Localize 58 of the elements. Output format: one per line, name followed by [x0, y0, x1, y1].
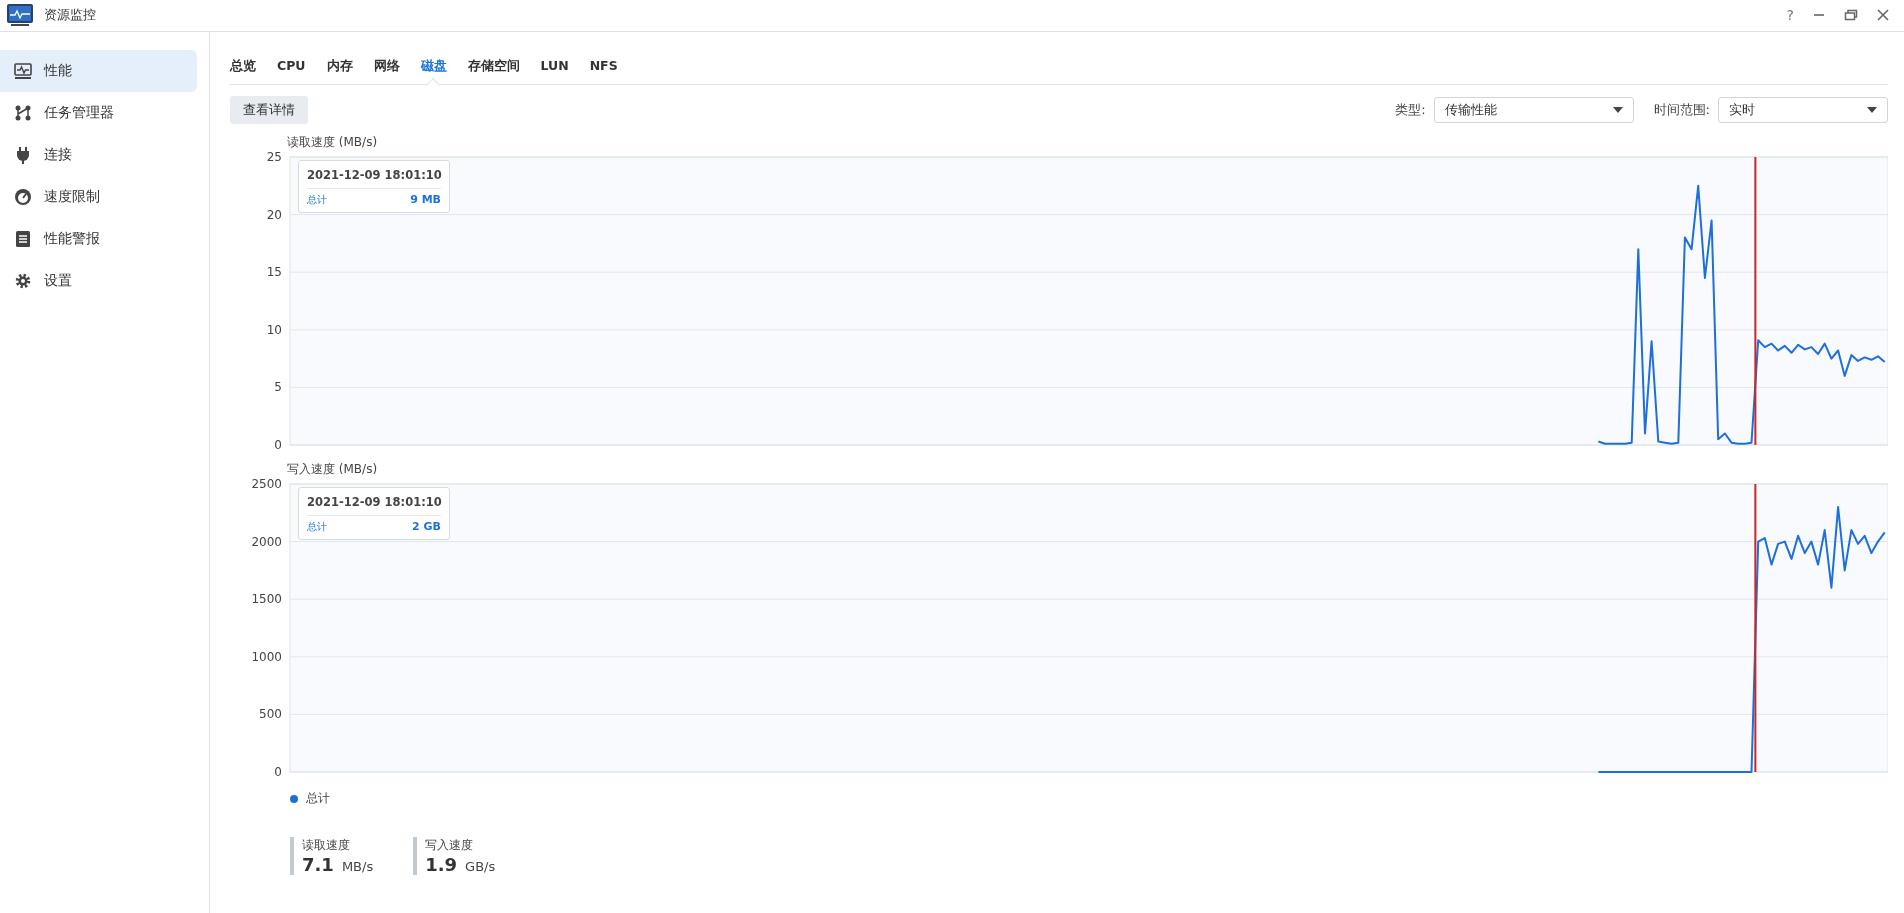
gauge-icon	[14, 188, 32, 206]
tooltip-label: 总计	[307, 520, 327, 534]
y-tick-label: 0	[274, 765, 282, 776]
restore-icon[interactable]	[1844, 7, 1858, 22]
sidebar-item[interactable]: 设置	[0, 260, 197, 302]
y-tick-label: 25	[266, 151, 282, 164]
legend-label: 总计	[306, 790, 330, 807]
settings-icon	[14, 272, 32, 290]
plug-icon	[14, 146, 32, 164]
tab[interactable]: 内存	[315, 50, 363, 84]
tab[interactable]: CPU	[266, 50, 316, 84]
caret-icon	[1867, 107, 1877, 113]
filter-label: 类型:	[1395, 101, 1426, 119]
y-tick-label: 5	[274, 380, 282, 395]
tab[interactable]: NFS	[578, 50, 628, 84]
tooltip-value: 9 MB	[410, 193, 441, 207]
tooltip-time: 2021-12-09 18:01:10	[307, 168, 441, 189]
y-tick-label: 500	[259, 707, 282, 722]
stat-value: 7.1	[302, 854, 334, 875]
sidebar-item[interactable]: 任务管理器	[0, 92, 197, 134]
y-tick-label: 15	[266, 265, 282, 280]
tab[interactable]: 网络	[362, 50, 410, 84]
stat-label: 写入速度	[425, 837, 475, 854]
chart-title: 写入速度 (MB/s)	[287, 461, 379, 478]
stat-value: 1.9	[425, 854, 458, 875]
caret-icon	[1612, 107, 1623, 113]
details-button[interactable]: 查看详情	[230, 96, 308, 124]
help-button[interactable]: ?	[1786, 6, 1794, 23]
y-tick-label: 1500	[251, 592, 282, 607]
y-tick-label: 10	[266, 322, 282, 337]
sidebar-item[interactable]: 连接	[0, 134, 197, 176]
tab[interactable]: LUN	[529, 50, 579, 84]
close-icon[interactable]	[1876, 7, 1890, 22]
sidebar-item[interactable]: 性能	[0, 50, 197, 92]
tab[interactable]: 总览	[230, 50, 266, 84]
window-title: 资源监控	[44, 5, 96, 24]
filter-label: 时间范围:	[1653, 101, 1710, 119]
sidebar-item[interactable]: 性能警报	[0, 218, 197, 260]
document-icon	[14, 230, 32, 248]
y-tick-label: 2000	[251, 534, 282, 549]
tooltip-time: 2021-12-09 18:01:10	[307, 495, 441, 516]
y-tick-label: 2500	[251, 478, 282, 491]
nodes-icon	[14, 104, 32, 122]
sidebar-item[interactable]: 速度限制	[0, 176, 197, 218]
tab[interactable]: 磁盘	[409, 50, 457, 84]
y-tick-label: 20	[266, 207, 282, 222]
tooltip-value: 2 GB	[412, 520, 441, 534]
tab[interactable]: 存储空间	[456, 50, 530, 84]
stat-label: 读取速度	[302, 837, 351, 854]
dropdown[interactable]: 传输性能	[1433, 97, 1634, 123]
chart-title: 读取速度 (MB/s)	[287, 134, 379, 151]
stat-unit: MB/s	[341, 859, 374, 874]
tooltip-label: 总计	[307, 193, 327, 207]
y-tick-label: 0	[274, 438, 282, 449]
pulse-monitor-icon	[14, 62, 32, 80]
dropdown[interactable]: 实时	[1718, 97, 1888, 123]
stat-unit: GB/s	[465, 859, 496, 874]
y-tick-label: 1000	[251, 649, 282, 664]
